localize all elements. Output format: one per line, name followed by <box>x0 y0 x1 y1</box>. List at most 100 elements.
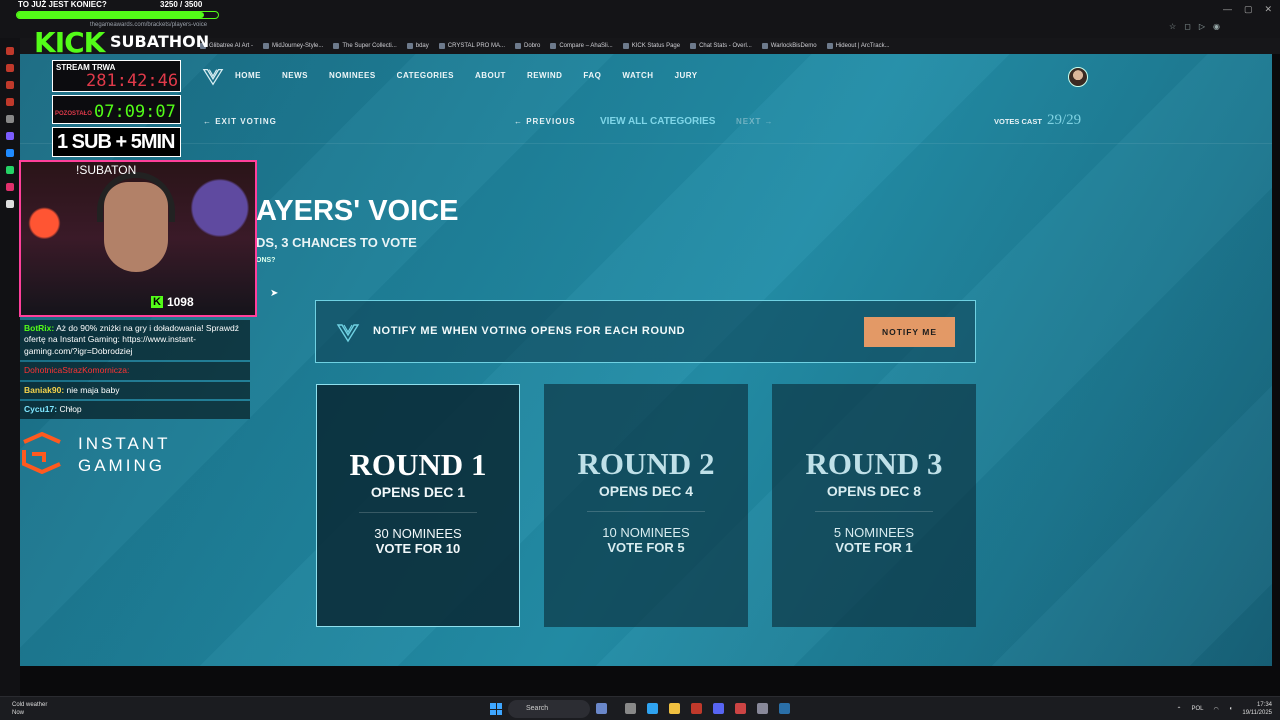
chat-username: Cycu17: <box>24 404 58 415</box>
sidebar-app-icon[interactable] <box>6 98 14 106</box>
viewer-count-value: 1098 <box>166 295 194 309</box>
nav-about[interactable]: ABOUT <box>475 71 506 80</box>
profile-icon[interactable]: ◉ <box>1213 22 1220 31</box>
bookmark-item[interactable]: MidJourney-Style... <box>263 43 323 49</box>
round-nominees: 10 NOMINEES <box>602 525 690 540</box>
stream-timer-box: STREAM TRWA 281:42:46 <box>52 60 181 92</box>
viewer-count: K 1098 <box>151 295 194 309</box>
nav-jury[interactable]: JURY <box>675 71 698 80</box>
taskbar-app-icon[interactable] <box>596 703 607 714</box>
bookmark-item[interactable]: Chat Stats - Overl... <box>690 43 752 49</box>
taskbar-app-icon[interactable] <box>735 703 746 714</box>
round-card[interactable]: ROUND 1 OPENS DEC 1 30 NOMINEES VOTE FOR… <box>316 384 520 627</box>
stream-timer-value: 281:42:46 <box>86 71 179 91</box>
sidebar-app-icon[interactable] <box>6 64 14 72</box>
play-icon[interactable]: ▷ <box>1199 22 1205 31</box>
nav-categories[interactable]: CATEGORIES <box>397 71 454 80</box>
bookmark-label: Compare – AhaSli... <box>559 43 613 49</box>
minimize-icon[interactable]: — <box>1223 4 1232 15</box>
round-opens: OPENS DEC 4 <box>598 483 694 499</box>
weather-widget[interactable]: Cold weather Now <box>12 701 47 717</box>
taskbar-search[interactable]: Search <box>508 700 590 718</box>
bookmark-item[interactable]: KICK Status Page <box>622 43 680 49</box>
bookmark-label: bday <box>415 43 429 49</box>
nav-faq[interactable]: FAQ <box>583 71 601 80</box>
previous-link[interactable]: ← PREVIOUS <box>514 117 576 126</box>
browser-sidebar <box>0 38 20 698</box>
bookmark-item[interactable]: Dobro <box>515 43 540 49</box>
bookmark-item[interactable]: WarlockBisDemo <box>761 43 817 49</box>
instant-gaming-logo-icon <box>22 432 61 474</box>
countdown-label: POZOSTAŁO <box>55 111 92 117</box>
speaker-icon[interactable]: ◖ <box>1229 706 1233 712</box>
clock[interactable]: 17:34 19/11/2025 <box>1242 701 1272 717</box>
bookmark-label: Chat Stats - Overl... <box>699 43 752 49</box>
lang-indicator[interactable]: POL <box>1192 706 1204 712</box>
game-awards-logo-icon[interactable] <box>202 66 224 88</box>
folder-icon <box>515 43 521 49</box>
start-icon[interactable] <box>490 703 502 715</box>
sponsor-line: INSTANT <box>78 434 171 453</box>
round-card[interactable]: ROUND 3 OPENS DEC 8 5 NOMINEES VOTE FOR … <box>772 384 976 627</box>
nav-news[interactable]: NEWS <box>282 71 308 80</box>
notify-text: NOTIFY ME WHEN VOTING OPENS FOR EACH ROU… <box>373 325 686 337</box>
notify-me-button[interactable]: NOTIFY ME <box>864 317 955 347</box>
round-vote-for: VOTE FOR 1 <box>835 540 913 555</box>
sponsor-line: GAMING <box>78 456 165 475</box>
tray-chevron-icon[interactable]: ⌃ <box>1176 706 1181 713</box>
site-top-nav: HOME NEWS NOMINEES CATEGORIES ABOUT REWI… <box>20 54 1272 100</box>
bookmark-item[interactable]: Hideout | ArcTrack... <box>826 43 890 49</box>
edge-icon[interactable] <box>647 703 658 714</box>
task-view-icon[interactable] <box>625 703 636 714</box>
divider <box>587 511 705 512</box>
sidebar-app-icon[interactable] <box>6 115 14 123</box>
nav-watch[interactable]: WATCH <box>622 71 653 80</box>
next-link[interactable]: NEXT → <box>736 117 774 126</box>
whatsapp-icon[interactable] <box>6 166 14 174</box>
chat-text: nie maja baby <box>64 384 120 395</box>
bookmark-label: Glibatree AI Art - <box>209 43 254 49</box>
steam-icon[interactable] <box>779 703 790 714</box>
opera-icon[interactable] <box>691 703 702 714</box>
close-icon[interactable]: ✕ <box>1264 4 1272 15</box>
bookmark-favicon-icon <box>333 43 340 49</box>
sub-rule-text: 1 SUB + 5MIN <box>57 131 175 153</box>
questions-link[interactable]: ONS? <box>256 257 275 264</box>
maximize-icon[interactable]: ▢ <box>1244 4 1253 15</box>
github-icon <box>263 43 270 49</box>
taskbar: Cold weather Now Search ⌃ POL ◠ ◖ 17:34 … <box>0 696 1280 720</box>
discord-icon[interactable] <box>713 703 724 714</box>
instagram-icon[interactable] <box>6 183 14 191</box>
clock-date: 19/11/2025 <box>1242 710 1272 716</box>
bookmark-item[interactable]: The Super Collecti... <box>333 43 397 49</box>
nav-home[interactable]: HOME <box>235 71 261 80</box>
nav-rewind[interactable]: REWIND <box>527 71 562 80</box>
nav-nominees[interactable]: NOMINEES <box>329 71 376 80</box>
overlay-goal-progress <box>16 11 219 19</box>
file-explorer-icon[interactable] <box>669 703 680 714</box>
extension-icon[interactable]: ◻ <box>1184 22 1191 31</box>
system-tray: ⌃ POL ◠ ◖ 17:34 19/11/2025 <box>1176 701 1272 717</box>
chat-username: BotRix: <box>24 323 55 333</box>
bookmark-item[interactable]: CRYSTAL PRO MA... <box>438 43 505 49</box>
bookmark-item[interactable]: bday <box>406 43 429 49</box>
view-all-categories-link[interactable]: VIEW ALL CATEGORIES <box>600 116 715 127</box>
sidebar-app-icon[interactable] <box>6 81 14 89</box>
chat-message: DohotnicaStrazKomornicza: <box>20 362 250 380</box>
round-title: ROUND 2 <box>577 446 715 481</box>
wifi-icon[interactable]: ◠ <box>1214 706 1219 713</box>
bookmark-label: Hideout | ArcTrack... <box>835 43 890 49</box>
notify-banner: NOTIFY ME WHEN VOTING OPENS FOR EACH ROU… <box>315 300 976 363</box>
sidebar-app-icon[interactable] <box>6 132 14 140</box>
round-nominees: 30 NOMINEES <box>374 526 462 541</box>
user-avatar[interactable] <box>1068 67 1088 87</box>
bookmark-icon[interactable]: ☆ <box>1169 22 1176 31</box>
obs-icon[interactable] <box>757 703 768 714</box>
exit-voting-link[interactable]: ← EXIT VOTING <box>203 117 277 126</box>
bookmark-item[interactable]: Compare – AhaSli... <box>550 43 613 49</box>
webcam-command-label: !SUBATON <box>76 163 137 177</box>
round-card[interactable]: ROUND 2 OPENS DEC 4 10 NOMINEES VOTE FOR… <box>544 384 748 627</box>
sidebar-app-icon[interactable] <box>6 47 14 55</box>
messenger-icon[interactable] <box>6 149 14 157</box>
x-icon[interactable] <box>6 200 14 208</box>
